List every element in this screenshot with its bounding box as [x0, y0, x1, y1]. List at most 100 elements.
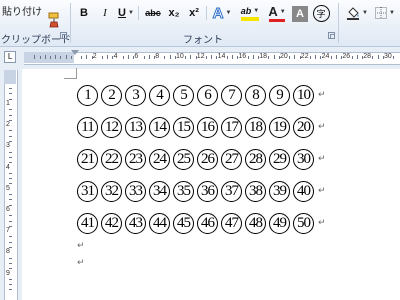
ruler-tick: [102, 56, 103, 59]
paste-button[interactable]: 貼り付け: [2, 3, 42, 18]
highlight-color-bar: [241, 16, 259, 21]
paragraph-mark: ↵: [77, 258, 85, 268]
chevron-down-icon[interactable]: ▼: [389, 10, 395, 16]
circled-number-row: 1 2 3 4 5 6 7 8 9 10 ↵: [77, 83, 326, 107]
circled-number: 19: [269, 116, 290, 138]
circled-number: 44: [149, 212, 170, 234]
underline-label: U: [118, 7, 126, 19]
ruler-number: 16: [238, 53, 247, 60]
ruler-tick: [39, 56, 41, 59]
ruler-tick: [81, 56, 83, 59]
borders-icon: [375, 7, 388, 19]
chevron-down-icon[interactable]: ▼: [280, 9, 286, 15]
ribbon: 貼り付け クリップボード B I U ▼ abc x₂ x² A ▼ ab ▼ A ▼ …: [0, 0, 400, 47]
ruler-tick: [315, 55, 317, 59]
ruler-tick: [206, 56, 207, 59]
borders-button[interactable]: ▼: [374, 4, 396, 22]
strikethrough-button[interactable]: abc: [143, 4, 163, 22]
font-launcher-icon[interactable]: [328, 32, 335, 39]
ruler-number: 20: [280, 53, 288, 60]
circled-number: 38: [245, 180, 266, 202]
character-shading-button[interactable]: A: [292, 6, 308, 22]
circled-number: 30: [293, 148, 314, 170]
paragraph-mark: ↵: [318, 154, 326, 164]
ruler-number: 28: [363, 53, 371, 60]
chevron-down-icon[interactable]: ▼: [128, 10, 134, 16]
chevron-down-icon[interactable]: ▼: [253, 8, 259, 14]
italic-button[interactable]: I: [99, 4, 111, 22]
circled-number: 23: [125, 148, 146, 170]
circled-number: 6: [197, 84, 218, 106]
ruler-tick: [372, 56, 374, 59]
underline-button[interactable]: U ▼: [117, 4, 135, 22]
ruler-number: 8: [155, 53, 160, 60]
vertical-ruler-tick: [9, 215, 12, 217]
vertical-ruler-tick: [9, 289, 12, 291]
ruler-number: 24: [321, 53, 330, 60]
ruler-tick: [351, 56, 353, 59]
circled-number: 16: [197, 116, 218, 138]
ruler-number: 4: [113, 53, 118, 60]
enclose-characters-icon: 字: [312, 4, 330, 22]
circled-number: 2: [101, 84, 122, 106]
indent-marker-icon[interactable]: [71, 50, 79, 55]
circled-number: 8: [245, 84, 266, 106]
ruler-number: 14: [217, 53, 226, 60]
vertical-ruler-number: 2: [6, 121, 10, 129]
ruler-number: 2: [92, 53, 97, 60]
circled-number: 47: [221, 212, 242, 234]
paragraph-mark: ↵: [318, 122, 326, 132]
ruler-tick: [65, 55, 67, 59]
group-separator: [338, 3, 339, 43]
ruler-tick: [232, 55, 233, 59]
vertical-ruler-tick: [9, 114, 12, 116]
paragraph-mark: ↵: [318, 218, 326, 228]
circled-number: 36: [197, 180, 218, 202]
circled-number: 11: [77, 116, 98, 138]
bold-button[interactable]: B: [77, 4, 91, 22]
ruler-tick: [289, 56, 291, 59]
circled-number: 37: [221, 180, 242, 202]
ruler-tick: [50, 56, 51, 59]
tab-selector[interactable]: L: [4, 51, 16, 63]
font-color-button[interactable]: A ▼: [266, 4, 288, 22]
vertical-ruler-tick: [9, 257, 12, 259]
ruler-tick: [393, 56, 395, 59]
paragraph-mark: ↵: [318, 90, 326, 100]
paragraph-mark: ↵: [318, 186, 326, 196]
superscript-button[interactable]: x²: [186, 4, 202, 22]
shading-button[interactable]: ▼: [346, 4, 368, 22]
vertical-ruler-tick: [9, 178, 12, 180]
highlight-button[interactable]: ab ▼: [238, 4, 262, 22]
circled-number-row: 11 12 13 14 15 16 17 18 19 20 ↵: [77, 115, 326, 139]
circled-number: 26: [197, 148, 218, 170]
format-painter-icon[interactable]: [47, 12, 63, 31]
subscript-button[interactable]: x₂: [166, 4, 182, 22]
ruler-tick: [252, 55, 254, 59]
vertical-ruler-tick: [9, 278, 12, 280]
circled-number: 14: [149, 116, 170, 138]
chevron-down-icon[interactable]: ▼: [225, 10, 231, 16]
circled-number: 3: [125, 84, 146, 106]
ruler-tick: [55, 55, 57, 59]
enclose-characters-button[interactable]: 字: [312, 4, 330, 22]
font-color-icon: A: [268, 4, 278, 19]
circled-number: 28: [245, 148, 266, 170]
text-effects-button[interactable]: A ▼: [211, 4, 233, 22]
ruler-number: 22: [300, 53, 309, 60]
group-separator: [70, 3, 71, 43]
vertical-ruler-tick: [9, 109, 12, 111]
vertical-ruler-number: 1: [6, 99, 10, 107]
circled-number: 29: [269, 148, 290, 170]
circled-number-row: 21 22 23 24 25 26 27 28 29 30 ↵: [77, 147, 326, 171]
ruler-number: 12: [196, 53, 205, 60]
vertical-ruler-tick: [9, 284, 12, 286]
chevron-down-icon[interactable]: ▼: [362, 10, 368, 16]
circled-number: 46: [197, 212, 218, 234]
vertical-ruler-tick: [9, 199, 12, 201]
circled-number: 18: [245, 116, 266, 138]
vertical-ruler-number: 9: [6, 269, 10, 277]
ruler-tick: [330, 56, 332, 59]
paint-bucket-icon: [347, 7, 360, 20]
clipboard-launcher-icon[interactable]: [60, 32, 67, 39]
